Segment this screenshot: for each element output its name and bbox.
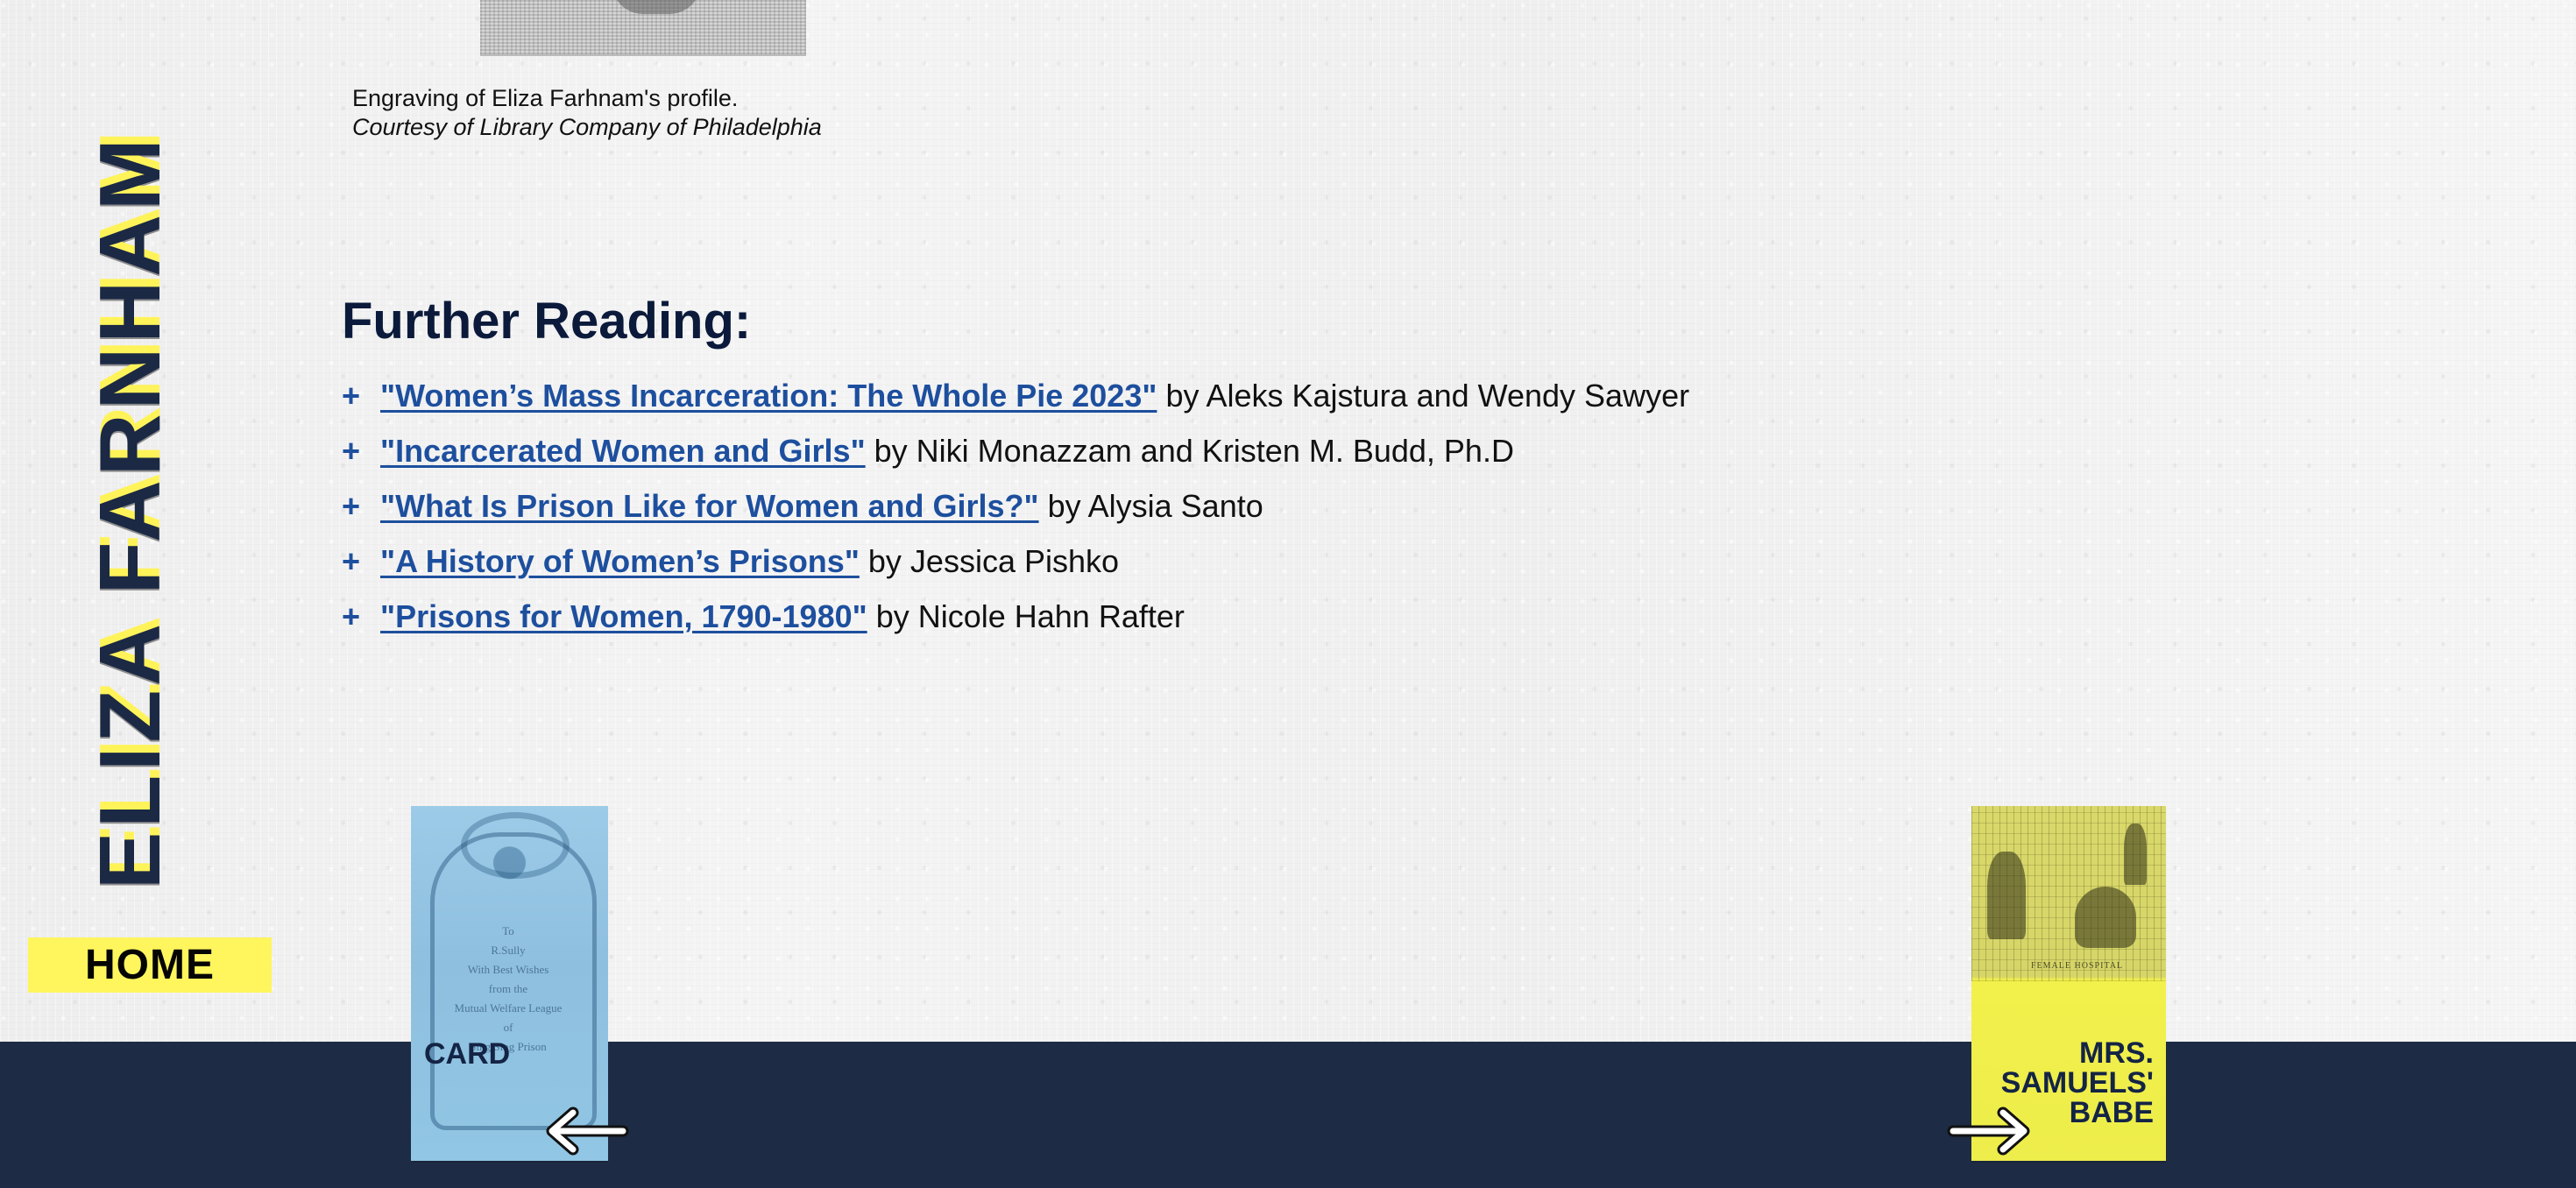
hospital-scene-caption: FEMALE HOSPITAL (2031, 961, 2124, 971)
plus-icon: + (342, 543, 361, 579)
plus-icon: + (342, 488, 361, 524)
further-reading-author: by Niki Monazzam and Kristen M. Budd, Ph… (874, 433, 1514, 469)
further-reading-item: + "A History of Women’s Prisons" by Jessi… (342, 534, 1831, 589)
plus-icon: + (342, 378, 361, 414)
further-reading-section: Further Reading: + "Women’s Mass Incarcer… (342, 289, 1831, 644)
further-reading-link[interactable]: "Incarcerated Women and Girls" (380, 433, 866, 469)
card-ornament-text: To R.Sully With Best Wishes from the Mutual … (454, 924, 563, 1053)
scene-figure (2124, 824, 2147, 885)
cropped-engraving-image (480, 0, 806, 56)
next-card-label: MRS. SAMUELS' BABE (2000, 1036, 2154, 1129)
home-button[interactable]: HOME (28, 937, 272, 993)
image-caption-source: Courtesy of Library Company of Philadelp… (352, 114, 822, 140)
further-reading-item: + "Prisons for Women, 1790-1980" by Nicol… (342, 589, 1831, 644)
image-caption: Engraving of Eliza Farhnam's profile. Co… (352, 84, 822, 142)
scene-figure (2075, 887, 2136, 948)
further-reading-link[interactable]: "A History of Women’s Prisons" (380, 543, 860, 579)
further-reading-item: + "Women’s Mass Incarceration: The Whole … (342, 368, 1831, 423)
further-reading-item: + "Incarcerated Women and Girls" by Niki … (342, 423, 1831, 478)
further-reading-author: by Alysia Santo (1047, 488, 1263, 524)
plus-icon: + (342, 598, 361, 634)
further-reading-author: by Aleks Kajstura and Wendy Sawyer (1165, 378, 1690, 414)
previous-card-link[interactable]: To R.Sully With Best Wishes from the Mutual … (411, 806, 608, 1161)
footer-band (0, 1042, 2576, 1188)
next-card-link[interactable]: FEMALE HOSPITAL MRS. SAMUELS' BABE (1971, 806, 2166, 1161)
further-reading-item: + "What Is Prison Like for Women and Girl… (342, 478, 1831, 534)
scene-figure (1987, 852, 2026, 939)
further-reading-list: + "Women’s Mass Incarceration: The Whole … (342, 368, 1831, 644)
further-reading-author: by Jessica Pishko (867, 543, 1120, 579)
image-caption-description: Engraving of Eliza Farhnam's profile. (352, 85, 739, 111)
further-reading-title: Further Reading: (342, 293, 752, 350)
further-reading-link[interactable]: "Prisons for Women, 1790-1980" (380, 598, 867, 634)
previous-card-label: CARD (424, 1037, 511, 1071)
further-reading-link[interactable]: "What Is Prison Like for Women and Girls… (380, 488, 1039, 524)
hospital-scene-illustration: FEMALE HOSPITAL (1971, 806, 2166, 981)
vertical-site-title: ELIZA FARNHAM (81, 134, 178, 889)
plus-icon: + (342, 433, 361, 469)
further-reading-link[interactable]: "Women’s Mass Incarceration: The Whole P… (380, 378, 1157, 414)
further-reading-author: by Nicole Hahn Rafter (875, 598, 1185, 634)
